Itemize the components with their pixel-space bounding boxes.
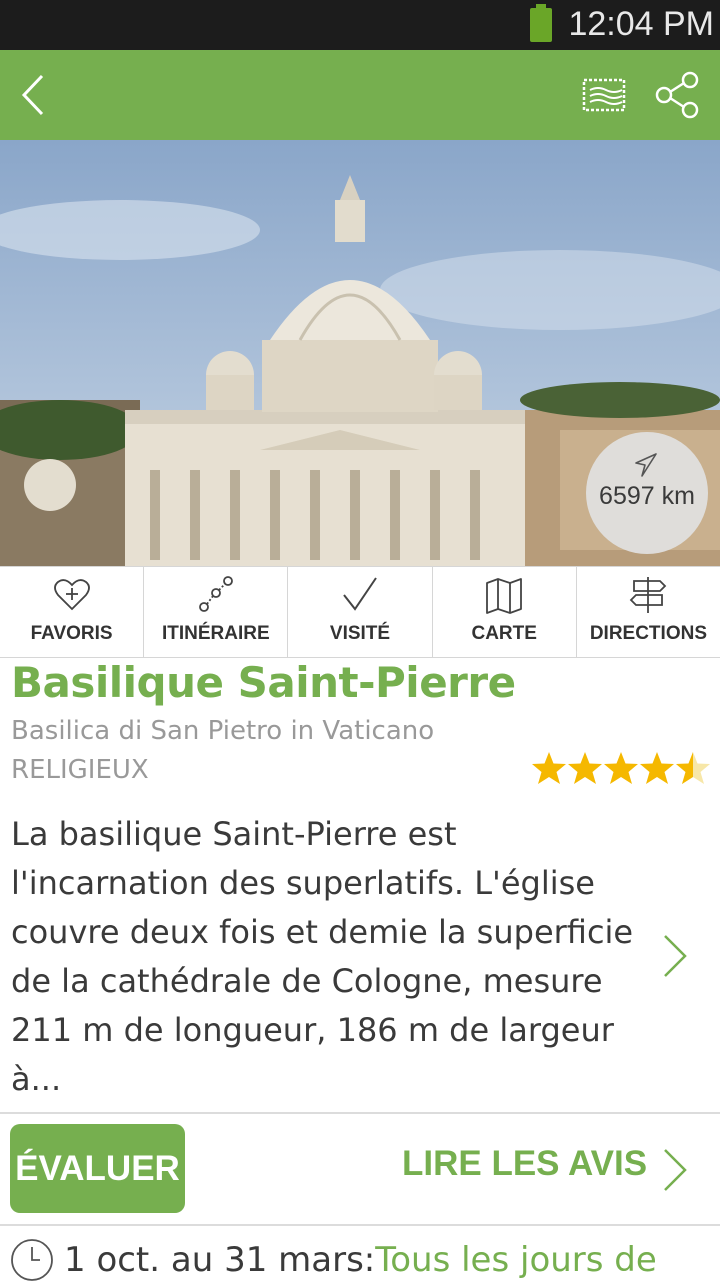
star-2-icon [568, 752, 602, 784]
app-bar [0, 50, 720, 140]
clock-icon [11, 1239, 53, 1281]
place-description[interactable]: La basilique Saint-Pierre est l'incarnat… [11, 810, 641, 1104]
itinerary-label: ITINÉRAIRE [161, 623, 270, 644]
heart-plus-icon [53, 579, 90, 611]
directions-label: DIRECTIONS [589, 623, 707, 644]
rating-stars [532, 752, 710, 784]
directions-button[interactable]: DIRECTIONS [577, 567, 720, 657]
distance-badge: 6597 km [586, 432, 708, 554]
status-time: 12:04 PM [568, 5, 714, 43]
star-1-icon [532, 752, 566, 784]
star-3-icon [604, 752, 638, 784]
map-label: CARTE [471, 623, 537, 644]
navigation-arrow-icon [635, 453, 657, 477]
chevron-right-icon[interactable] [660, 932, 690, 980]
back-arrow-icon[interactable] [14, 70, 54, 120]
visited-button[interactable]: VISITÉ [288, 567, 433, 657]
map-icon [486, 578, 523, 614]
opening-hours: 1 oct. au 31 mars:Tous les jours de [64, 1240, 657, 1280]
map-button[interactable]: CARTE [433, 567, 577, 657]
postcard-stamp-icon[interactable] [578, 74, 630, 118]
place-title: Basilique Saint-Pierre [11, 658, 516, 707]
star-4-icon [640, 752, 674, 784]
place-subtitle: Basilica di San Pietro in Vaticano [11, 716, 435, 746]
rate-button[interactable]: ÉVALUER [10, 1124, 185, 1213]
status-bar: 12:04 PM [0, 0, 720, 50]
distance-value: 6597 km [599, 482, 695, 510]
divider [0, 1112, 720, 1114]
signpost-icon [630, 577, 667, 613]
action-bar: FAVORIS ITINÉRAIRE VISITÉ CARTE DIRECTIO… [0, 566, 720, 658]
visited-label: VISITÉ [329, 623, 391, 644]
divider [0, 1224, 720, 1226]
checkmark-icon [343, 577, 377, 611]
place-category: RELIGIEUX [11, 755, 149, 785]
hours-period: 1 oct. au 31 mars: [64, 1240, 376, 1280]
read-reviews-link[interactable]: LIRE LES AVIS [402, 1144, 647, 1184]
hours-days-link[interactable]: Tous les jours de [375, 1240, 657, 1280]
route-icon [198, 576, 233, 612]
chevron-right-icon[interactable] [660, 1146, 690, 1194]
itinerary-button[interactable]: ITINÉRAIRE [144, 567, 289, 657]
battery-icon [530, 4, 552, 42]
favorites-label: FAVORIS [30, 623, 113, 644]
share-icon[interactable] [654, 70, 702, 120]
favorites-button[interactable]: FAVORIS [0, 567, 145, 657]
